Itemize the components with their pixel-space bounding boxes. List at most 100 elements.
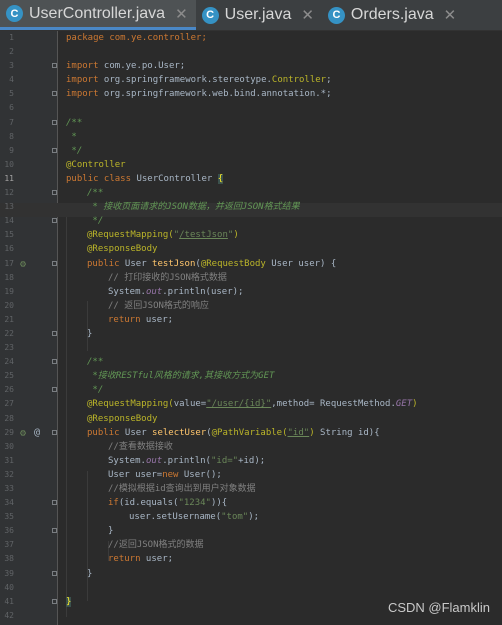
code-token: public — [87, 258, 120, 269]
close-icon[interactable]: ✕ — [175, 5, 188, 23]
code-token: } — [87, 568, 93, 579]
code-token: System. — [108, 286, 146, 297]
code-token: testJson — [152, 258, 196, 269]
code-text: } — [87, 327, 92, 341]
line-number: 2 — [9, 47, 14, 57]
code-text: } — [66, 595, 72, 609]
line-number: 37 — [4, 540, 14, 550]
line-number: 30 — [4, 441, 14, 451]
line-number: 41 — [4, 596, 14, 606]
fold-icon[interactable] — [52, 190, 57, 196]
code-token: return — [108, 314, 141, 325]
line-number: 23 — [4, 343, 14, 353]
line-number: 35 — [4, 512, 14, 522]
code-text: if(id.equals("1234")){ — [108, 496, 227, 510]
code-line: 24 /** — [0, 355, 502, 369]
code-line: 31 System.out.println("id="+id); — [0, 454, 502, 468]
code-token: import — [66, 89, 99, 100]
fold-icon[interactable] — [52, 359, 57, 365]
code-token: /testJson — [179, 230, 228, 241]
code-line: 10 @Controller — [0, 158, 502, 172]
code-token: out — [145, 286, 163, 297]
code-line: 33 //模拟根据id查询出到用户对象数据 — [0, 482, 502, 496]
line-number: 12 — [4, 188, 14, 198]
fold-icon[interactable] — [52, 429, 57, 435]
code-token: GET — [395, 399, 413, 410]
code-token: { — [217, 173, 224, 184]
line-number: 16 — [4, 244, 14, 254]
code-line: 22} — [0, 327, 502, 341]
watermark: CSDN @Flamklin — [387, 600, 490, 615]
code-token: user; — [140, 554, 174, 565]
line-number: 40 — [4, 582, 14, 592]
code-line: 35 user.setUsername("tom"); — [0, 510, 502, 524]
code-editor[interactable]: 1 package com.ye.controller; 2 3 import co… — [0, 31, 502, 625]
fold-icon[interactable] — [52, 91, 57, 97]
line-number: 34 — [4, 498, 14, 508]
code-token: import — [66, 61, 99, 72]
code-token: //返回JSON格式的数据 — [108, 540, 204, 551]
fold-icon[interactable] — [52, 63, 57, 69]
code-line: 38 return user; — [0, 552, 502, 566]
code-token: value= — [173, 399, 207, 410]
line-number: 36 — [4, 526, 14, 536]
code-text: System.out.println(user); — [108, 285, 243, 299]
fold-icon[interactable] — [52, 147, 57, 153]
tab-user[interactable]: C User.java ✕ — [196, 0, 322, 30]
line-number: 1 — [9, 33, 14, 42]
code-token: /** — [66, 117, 83, 128]
code-token: .println(user); — [162, 286, 244, 297]
code-line: 26 */ — [0, 383, 502, 397]
code-token: public class — [66, 173, 132, 184]
line-number: 14 — [4, 216, 14, 226]
code-token: @RequestBody — [200, 258, 266, 269]
code-line: 16 @ResponseBody — [0, 242, 502, 256]
code-text: */ — [87, 383, 103, 397]
code-token: @ResponseBody — [87, 413, 158, 424]
line-number: 18 — [4, 272, 14, 282]
code-token: (id.equals( — [118, 498, 179, 509]
code-token: "id" — [287, 427, 310, 438]
fold-icon[interactable] — [52, 570, 57, 576]
request-mapping-gutter-icon[interactable]: ⚙ — [20, 258, 26, 272]
code-line: 13 * 接收页面请求的JSON数据，并返回JSON格式结果 — [0, 200, 502, 214]
fold-icon[interactable] — [52, 218, 57, 224]
fold-icon[interactable] — [52, 528, 57, 534]
line-number: 22 — [4, 328, 14, 338]
code-token: String id){ — [314, 427, 380, 438]
code-token: *接收RESTful风格的请求,其接收方式为GET — [87, 371, 275, 382]
close-icon[interactable]: ✕ — [301, 6, 314, 24]
code-text: @ResponseBody — [87, 242, 157, 256]
code-text: */ — [87, 214, 103, 228]
code-line: 28 @ResponseBody — [0, 412, 502, 426]
line-number: 31 — [4, 455, 14, 465]
code-token: "/user/{id}" — [206, 399, 272, 410]
at-annotation-icon[interactable]: @ — [34, 426, 40, 440]
code-token: // 返回JSON格式的响应 — [108, 300, 209, 311]
code-text: import org.springframework.web.bind.anno… — [66, 87, 332, 101]
fold-icon[interactable] — [52, 119, 57, 125]
fold-icon[interactable] — [52, 330, 57, 336]
line-number: 38 — [4, 554, 14, 564]
code-text: // 返回JSON格式的响应 — [108, 299, 209, 313]
code-text: return user; — [108, 313, 173, 327]
code-token: user; — [140, 314, 174, 325]
fold-icon[interactable] — [52, 598, 57, 604]
code-text: *接收RESTful风格的请求,其接收方式为GET — [87, 369, 274, 383]
code-lines: 1 package com.ye.controller; 2 3 import co… — [0, 31, 502, 623]
code-token: * — [66, 131, 77, 142]
request-mapping-gutter-icon[interactable]: ⚙ — [20, 427, 26, 441]
fold-icon[interactable] — [52, 500, 57, 506]
close-icon[interactable]: ✕ — [444, 6, 457, 24]
code-token: org.springframework.stereotype. — [98, 75, 272, 86]
code-line: 1 package com.ye.controller; — [0, 31, 502, 45]
code-token: UserController — [131, 173, 218, 184]
code-text: System.out.println("id="+id); — [108, 454, 265, 468]
tab-orders[interactable]: C Orders.java ✕ — [322, 0, 464, 30]
fold-icon[interactable] — [52, 260, 57, 266]
line-number: 24 — [4, 357, 14, 367]
java-class-icon: C — [201, 6, 219, 24]
tab-usercontroller[interactable]: C UserController.java ✕ — [0, 0, 196, 30]
code-token: if — [108, 498, 119, 509]
fold-icon[interactable] — [52, 387, 57, 393]
